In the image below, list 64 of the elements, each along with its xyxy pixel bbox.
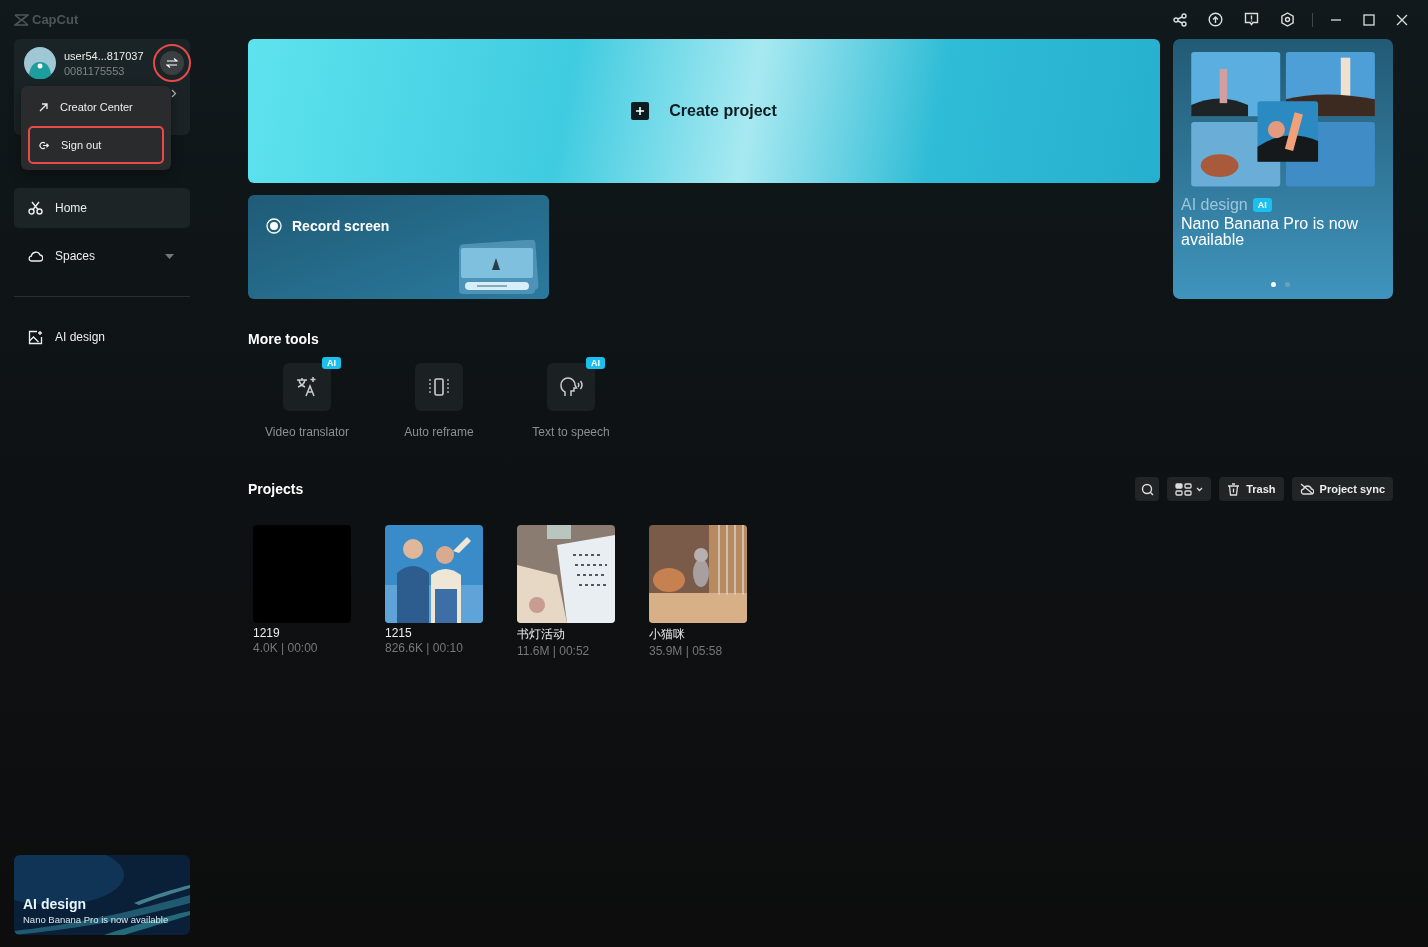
dropdown-caret-icon[interactable] xyxy=(165,253,174,259)
scissors-icon xyxy=(28,201,43,215)
promo-subtitle: Nano Banana Pro is now available xyxy=(23,914,170,925)
ai-badge: AI xyxy=(322,357,341,369)
section-title: More tools xyxy=(248,331,320,347)
speaking-head-icon xyxy=(559,377,583,397)
feedback-icon[interactable] xyxy=(1244,12,1259,27)
settings-icon[interactable] xyxy=(1280,12,1295,27)
avatar xyxy=(24,47,56,79)
upload-icon[interactable] xyxy=(1208,12,1223,27)
project-item[interactable]: 1219 4.0K | 00:00 xyxy=(253,525,351,658)
reframe-icon xyxy=(429,377,449,397)
translate-icon xyxy=(296,376,318,398)
sign-out-icon xyxy=(39,140,49,150)
plus-icon xyxy=(631,102,650,120)
project-meta: 35.9M | 05:58 xyxy=(649,644,724,658)
maximize-icon[interactable] xyxy=(1363,13,1375,26)
username: user54...817037 xyxy=(64,49,145,62)
user-id: 0081175553 xyxy=(64,64,126,77)
trash-button[interactable]: Trash xyxy=(1219,477,1284,501)
promo-carousel[interactable]: AI design AI Nano Banana Pro is now available xyxy=(1173,39,1393,299)
swap-arrows-icon xyxy=(166,57,178,69)
logo-icon xyxy=(14,13,29,26)
nav-item[interactable]: Home xyxy=(14,188,190,228)
menu-item[interactable]: Sign out xyxy=(30,128,162,162)
ai-badge: AI xyxy=(1252,198,1272,212)
arrow-up-right-icon xyxy=(39,102,48,112)
project-name: 书灯活动 xyxy=(517,626,566,643)
section-title: Projects xyxy=(248,481,304,497)
carousel-title: AI design xyxy=(1181,196,1248,214)
project-item[interactable]: 书灯活动 11.6M | 00:52 xyxy=(517,525,615,658)
project-name: 1215 xyxy=(385,626,413,640)
search-icon xyxy=(1140,482,1154,496)
share-icon[interactable] xyxy=(1173,12,1187,27)
carousel-dot[interactable] xyxy=(1271,282,1276,287)
record-screen-card[interactable]: Record screen xyxy=(248,195,549,299)
project-meta: 826.6K | 00:10 xyxy=(385,641,464,655)
cloud-off-icon xyxy=(1299,483,1314,495)
image-sparkle-icon xyxy=(28,329,43,345)
grid-view-icon xyxy=(1175,482,1204,496)
view-mode-button[interactable] xyxy=(1167,477,1212,501)
app-name: CapCut xyxy=(32,12,79,27)
create-project-banner[interactable]: Create project xyxy=(248,39,1160,183)
promo-card[interactable]: AI design Nano Banana Pro is now available xyxy=(14,855,190,935)
search-button[interactable] xyxy=(1135,477,1160,501)
cloud-icon xyxy=(28,250,43,262)
record-icon xyxy=(266,218,282,234)
project-meta: 4.0K | 00:00 xyxy=(253,641,319,655)
menu-item[interactable]: Creator Center xyxy=(30,90,162,124)
project-item[interactable]: 小猫咪 35.9M | 05:58 xyxy=(649,525,747,658)
carousel-dot[interactable] xyxy=(1285,282,1290,287)
ai-badge: AI xyxy=(586,357,605,369)
close-icon[interactable] xyxy=(1396,13,1408,26)
promo-title: AI design xyxy=(23,896,87,912)
tool-item[interactable]: Auto reframe xyxy=(390,363,488,439)
project-name: 小猫咪 xyxy=(649,626,686,643)
nav-item[interactable]: Spaces xyxy=(14,236,190,276)
trash-icon xyxy=(1227,482,1241,496)
project-meta: 11.6M | 00:52 xyxy=(517,644,591,658)
carousel-headline: Nano Banana Pro is now available xyxy=(1181,216,1359,248)
project-item[interactable]: 1215 826.6K | 00:10 xyxy=(385,525,483,658)
project-name: 1219 xyxy=(253,626,281,640)
nav-item[interactable]: AI design xyxy=(14,317,190,357)
project-sync-button[interactable]: Project sync xyxy=(1291,477,1393,501)
